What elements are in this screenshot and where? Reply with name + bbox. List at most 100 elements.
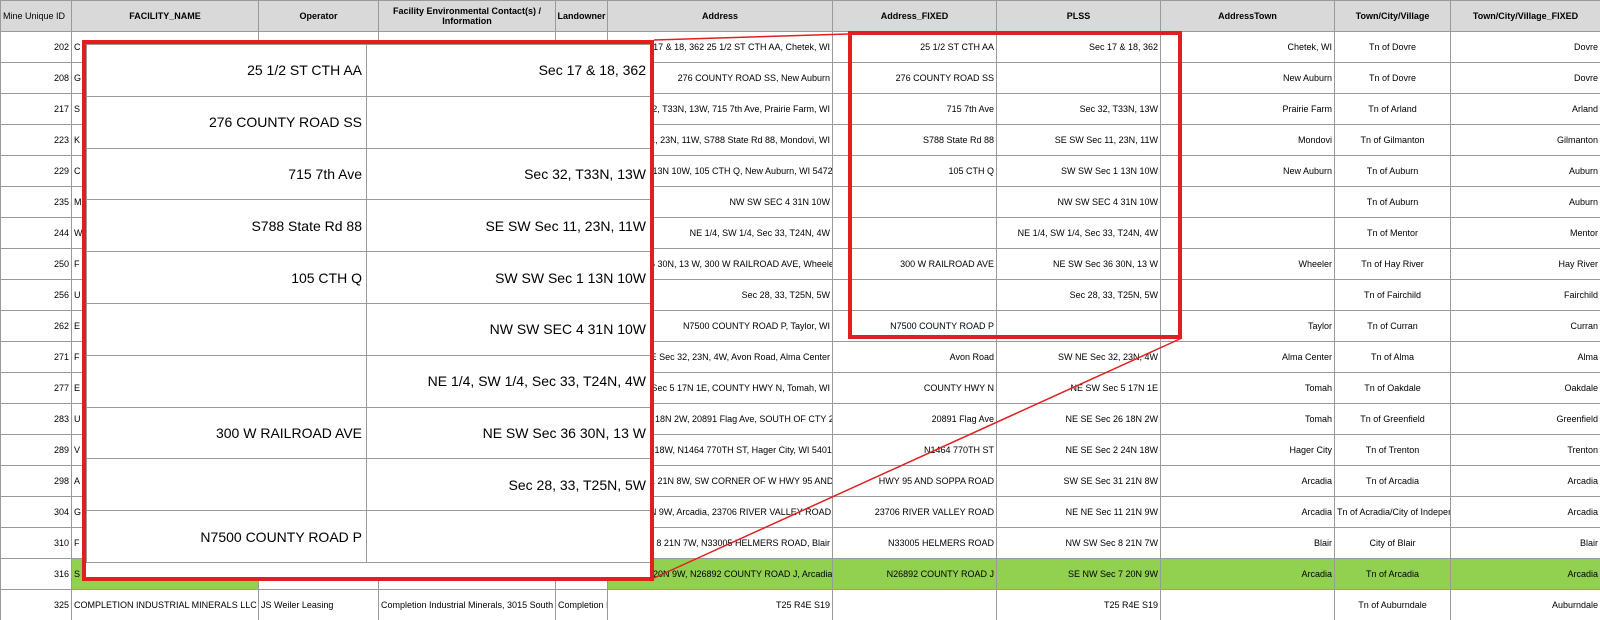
cell-mine-id[interactable]: 250 (0, 248, 72, 280)
cell-address-fixed[interactable]: HWY 95 AND SOPPA ROAD (832, 465, 997, 497)
col-header-contact[interactable]: Facility Environmental Contact(s) / Info… (378, 0, 556, 32)
col-header-address-fixed[interactable]: Address_FIXED (832, 0, 997, 32)
cell-mine-id[interactable]: 235 (0, 186, 72, 218)
cell-address-town[interactable] (1160, 589, 1335, 620)
col-header-address-town[interactable]: AddressTown (1160, 0, 1335, 32)
cell-address-town[interactable] (1160, 279, 1335, 311)
cell-mine-id[interactable]: 316 (0, 558, 72, 590)
cell-address-fixed[interactable]: COUNTY HWY N (832, 372, 997, 404)
cell-town-city-village-fixed[interactable]: Arcadia (1450, 465, 1600, 497)
cell-mine-id[interactable]: 304 (0, 496, 72, 528)
cell-town-city-village[interactable]: Tn of Greenfield (1334, 403, 1451, 435)
cell-address-town[interactable]: Hager City (1160, 434, 1335, 466)
cell-address-town[interactable] (1160, 217, 1335, 249)
cell-mine-id[interactable]: 244 (0, 217, 72, 249)
cell-landowner[interactable]: Completion Industrial Minerals (555, 589, 608, 620)
col-header-town-city-village[interactable]: Town/City/Village (1334, 0, 1451, 32)
cell-town-city-village-fixed[interactable]: Alma (1450, 341, 1600, 373)
cell-town-city-village-fixed[interactable]: Arcadia (1450, 496, 1600, 528)
cell-mine-id[interactable]: 262 (0, 310, 72, 342)
cell-town-city-village[interactable]: Tn of Dovre (1334, 31, 1451, 63)
cell-mine-id[interactable]: 256 (0, 279, 72, 311)
cell-address[interactable]: T25 R4E S19 (607, 589, 833, 620)
cell-town-city-village[interactable]: Tn of Auburn (1334, 186, 1451, 218)
cell-town-city-village-fixed[interactable]: Curran (1450, 310, 1600, 342)
col-header-town-city-village-fixed[interactable]: Town/City/Village_FIXED (1450, 0, 1600, 32)
cell-mine-id[interactable]: 277 (0, 372, 72, 404)
cell-address-fixed[interactable]: N26892 COUNTY ROAD J (832, 558, 997, 590)
cell-mine-id[interactable]: 223 (0, 124, 72, 156)
cell-town-city-village[interactable]: Tn of Alma (1334, 341, 1451, 373)
cell-plss[interactable]: NE SE Sec 26 18N 2W (996, 403, 1161, 435)
cell-town-city-village-fixed[interactable]: Greenfield (1450, 403, 1600, 435)
cell-town-city-village[interactable]: Tn of Arcadia (1334, 558, 1451, 590)
cell-mine-id[interactable]: 202 (0, 31, 72, 63)
cell-address-town[interactable]: Tomah (1160, 372, 1335, 404)
cell-town-city-village[interactable]: Tn of Auburndale (1334, 589, 1451, 620)
cell-town-city-village-fixed[interactable]: Auburn (1450, 155, 1600, 187)
cell-town-city-village[interactable]: Tn of Hay River (1334, 248, 1451, 280)
cell-mine-id[interactable]: 325 (0, 589, 72, 620)
cell-town-city-village[interactable]: Tn of Dovre (1334, 62, 1451, 94)
cell-plss[interactable]: NW SW Sec 8 21N 7W (996, 527, 1161, 559)
cell-town-city-village[interactable]: Tn of Fairchild (1334, 279, 1451, 311)
cell-contact[interactable]: Completion Industrial Minerals, 3015 Sou… (378, 589, 556, 620)
cell-address-town[interactable]: Arcadia (1160, 558, 1335, 590)
cell-address-town[interactable]: Arcadia (1160, 465, 1335, 497)
cell-address-town[interactable]: Prairie Farm (1160, 93, 1335, 125)
cell-address-town[interactable]: Blair (1160, 527, 1335, 559)
cell-town-city-village-fixed[interactable]: Oakdale (1450, 372, 1600, 404)
cell-facility-name[interactable]: COMPLETION INDUSTRIAL MINERALS LLC (71, 589, 259, 620)
cell-address-fixed[interactable]: Avon Road (832, 341, 997, 373)
cell-mine-id[interactable]: 310 (0, 527, 72, 559)
cell-plss[interactable]: T25 R4E S19 (996, 589, 1161, 620)
cell-plss[interactable]: SW NE Sec 32, 23N, 4W (996, 341, 1161, 373)
cell-address-town[interactable]: Tomah (1160, 403, 1335, 435)
cell-address-fixed[interactable] (832, 589, 997, 620)
cell-town-city-village-fixed[interactable]: Blair (1450, 527, 1600, 559)
cell-mine-id[interactable]: 283 (0, 403, 72, 435)
cell-plss[interactable]: NE SE Sec 2 24N 18W (996, 434, 1161, 466)
cell-address-town[interactable]: Arcadia (1160, 496, 1335, 528)
cell-address-town[interactable]: New Auburn (1160, 62, 1335, 94)
cell-address-town[interactable]: Wheeler (1160, 248, 1335, 280)
cell-town-city-village[interactable]: Tn of Oakdale (1334, 372, 1451, 404)
cell-town-city-village[interactable]: Tn of Acradia/City of Independence (1334, 496, 1451, 528)
col-header-operator[interactable]: Operator (258, 0, 379, 32)
col-header-plss[interactable]: PLSS (996, 0, 1161, 32)
cell-town-city-village-fixed[interactable]: Arcadia (1450, 558, 1600, 590)
cell-address-fixed[interactable]: N1464 770TH ST (832, 434, 997, 466)
cell-town-city-village[interactable]: Tn of Arcadia (1334, 465, 1451, 497)
cell-plss[interactable]: NE NE Sec 11 21N 9W (996, 496, 1161, 528)
cell-town-city-village[interactable]: City of Blair (1334, 527, 1451, 559)
cell-plss[interactable]: SW SE Sec 31 21N 8W (996, 465, 1161, 497)
cell-town-city-village[interactable]: Tn of Auburn (1334, 155, 1451, 187)
cell-address-fixed[interactable]: 20891 Flag Ave (832, 403, 997, 435)
cell-town-city-village-fixed[interactable]: Dovre (1450, 31, 1600, 63)
cell-town-city-village-fixed[interactable]: Arland (1450, 93, 1600, 125)
cell-mine-id[interactable]: 289 (0, 434, 72, 466)
cell-address-town[interactable]: Chetek, WI (1160, 31, 1335, 63)
cell-address-fixed[interactable]: 23706 RIVER VALLEY ROAD (832, 496, 997, 528)
cell-town-city-village-fixed[interactable]: Auburndale (1450, 589, 1600, 620)
cell-operator[interactable]: JS Weiler Leasing (258, 589, 379, 620)
cell-town-city-village-fixed[interactable]: Gilmanton (1450, 124, 1600, 156)
cell-mine-id[interactable]: 208 (0, 62, 72, 94)
cell-plss[interactable]: NE SW Sec 5 17N 1E (996, 372, 1161, 404)
cell-address-fixed[interactable]: N33005 HELMERS ROAD (832, 527, 997, 559)
cell-address-town[interactable] (1160, 186, 1335, 218)
cell-town-city-village-fixed[interactable]: Fairchild (1450, 279, 1600, 311)
cell-town-city-village-fixed[interactable]: Trenton (1450, 434, 1600, 466)
cell-town-city-village-fixed[interactable]: Auburn (1450, 186, 1600, 218)
cell-plss[interactable]: SE NW Sec 7 20N 9W (996, 558, 1161, 590)
cell-mine-id[interactable]: 229 (0, 155, 72, 187)
cell-address-town[interactable]: Mondovi (1160, 124, 1335, 156)
cell-address-town[interactable]: Alma Center (1160, 341, 1335, 373)
cell-mine-id[interactable]: 217 (0, 93, 72, 125)
col-header-address[interactable]: Address (607, 0, 833, 32)
cell-address-town[interactable]: New Auburn (1160, 155, 1335, 187)
cell-town-city-village[interactable]: Tn of Gilmanton (1334, 124, 1451, 156)
col-header-landowner[interactable]: Landowner (555, 0, 608, 32)
cell-mine-id[interactable]: 298 (0, 465, 72, 497)
cell-town-city-village-fixed[interactable]: Hay River (1450, 248, 1600, 280)
